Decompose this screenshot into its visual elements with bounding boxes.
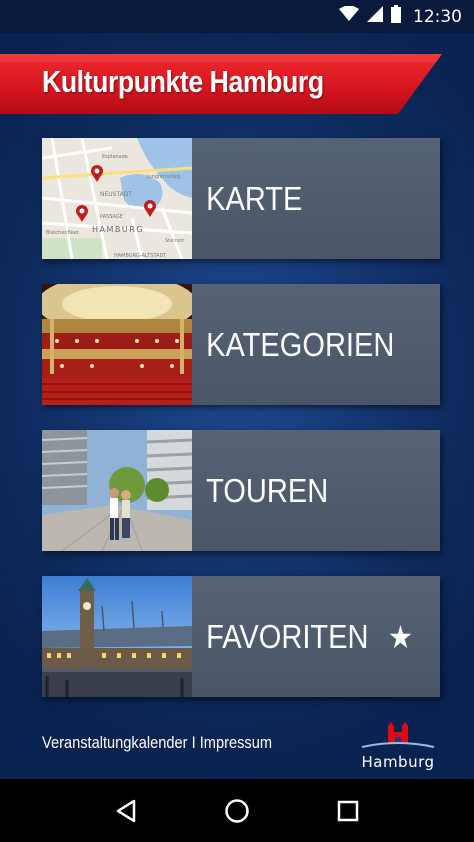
map-label-esplanade: Esplanade (102, 154, 128, 160)
menu-item-label: KATEGORIEN (206, 325, 395, 363)
menu-item-karte[interactable]: NEUSTADT PASSAGE HAMBURG HAMBURG-ALTSTAD… (42, 138, 440, 259)
menu-item-label: TOUREN (206, 471, 329, 509)
main-screen: Kulturpunkte Hamburg NEUSTADT PASSAGE HA… (0, 33, 474, 779)
menu-item-touren[interactable]: TOUREN (42, 430, 440, 551)
map-label-steinstr: Steinstr (165, 238, 185, 244)
star-icon: ★ (387, 618, 414, 655)
menu-item-label: FAVORITEN ★ (192, 576, 413, 697)
signal-icon (367, 6, 383, 27)
map-label-passage: PASSAGE (100, 214, 123, 220)
calendar-link[interactable]: Veranstaltungkalender (42, 733, 188, 752)
back-triangle-icon (116, 799, 135, 822)
android-nav-bar (0, 779, 474, 842)
recents-button[interactable] (328, 791, 368, 831)
menu-item-favoriten[interactable]: FAVORITEN ★ (42, 576, 440, 697)
app-title: Kulturpunkte Hamburg (42, 64, 324, 99)
home-circle-icon (225, 798, 249, 823)
status-bar: 12:30 (0, 0, 474, 33)
header-banner: Kulturpunkte Hamburg (0, 54, 442, 114)
map-label-jungfernstieg: Jungfernstieg (146, 174, 180, 180)
map-label-bleichenfleet: Bleichenfleet (46, 230, 79, 236)
battery-icon (391, 5, 401, 28)
map-thumbnail: NEUSTADT PASSAGE HAMBURG HAMBURG-ALTSTAD… (42, 138, 192, 259)
status-time: 12:30 (413, 6, 462, 27)
map-label-neustadt: NEUSTADT (100, 191, 132, 198)
home-button[interactable] (217, 791, 257, 831)
menu-item-label: KARTE (206, 179, 303, 217)
harbor-thumbnail (42, 576, 192, 697)
footer-links: Veranstaltungkalender I Impressum (42, 733, 272, 753)
recents-square-icon (338, 800, 359, 821)
hamburg-castle-icon (361, 722, 435, 748)
theater-thumbnail (42, 284, 192, 405)
impressum-link[interactable]: Impressum (200, 733, 272, 752)
street-thumbnail (42, 430, 192, 551)
map-label-hamburg: HAMBURG (92, 225, 144, 234)
back-button[interactable] (106, 791, 146, 831)
hamburg-logo: Hamburg (360, 720, 436, 771)
logo-wordmark: Hamburg (361, 753, 435, 771)
footer-separator: I (191, 733, 196, 752)
map-label-altstadt: HAMBURG-ALTSTADT (114, 253, 167, 259)
favoriten-label: FAVORITEN (206, 617, 369, 655)
menu-item-kategorien[interactable]: KATEGORIEN (42, 284, 440, 405)
wifi-icon (339, 5, 359, 27)
